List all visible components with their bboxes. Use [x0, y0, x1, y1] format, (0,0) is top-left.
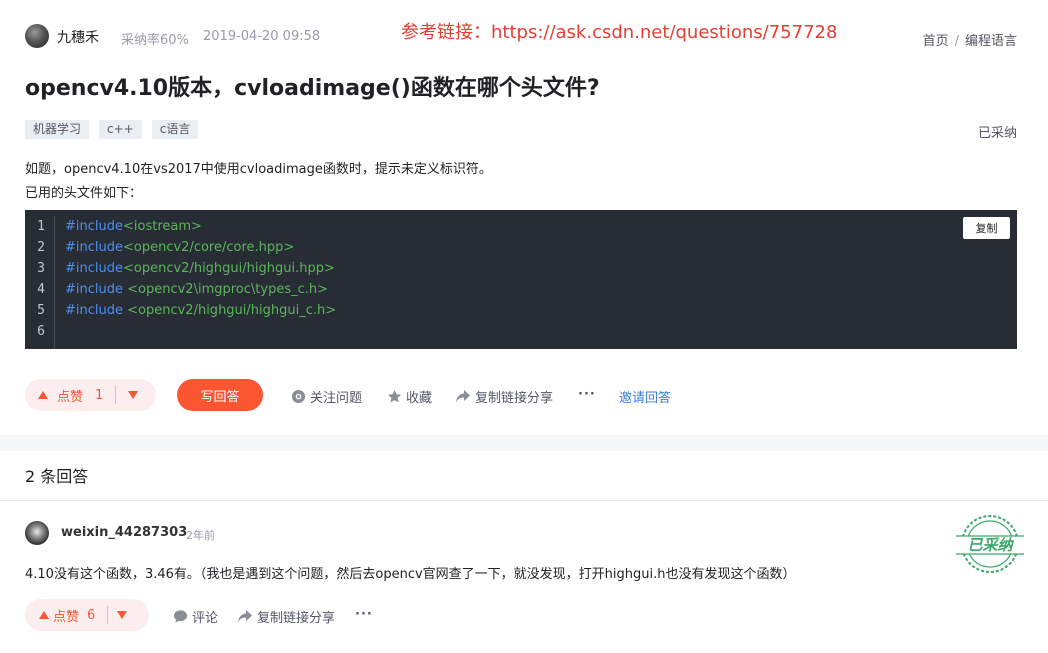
accepted-stamp-icon: 已采纳	[956, 515, 1024, 573]
line-number: 6	[37, 324, 45, 339]
answer-vote-pill: 点赞 6	[25, 599, 149, 631]
thumb-up-icon	[38, 391, 48, 399]
share-link-button[interactable]: 复制链接分享	[455, 387, 553, 406]
line-number: 5	[37, 303, 45, 318]
line-number-gutter: 1 2 3 4 5 6	[25, 216, 55, 349]
answer-author-name[interactable]: weixin_44287303	[61, 525, 187, 540]
code-line: #include<iostream>	[65, 216, 336, 237]
code-block: 1 2 3 4 5 6 #include<iostream> #include<…	[25, 210, 1017, 349]
code-include-path: <opencv2/highgui/highgui_c.h>	[123, 303, 337, 318]
like-button[interactable]: 点赞 1	[25, 379, 103, 411]
line-number: 2	[37, 240, 45, 255]
section-separator	[0, 435, 1048, 451]
code-keyword: #include	[65, 240, 123, 255]
collect-label: 收藏	[406, 391, 433, 406]
code-include-path: <iostream>	[123, 219, 202, 234]
share-arrow-icon	[456, 390, 470, 403]
breadcrumb-separator: /	[954, 34, 959, 49]
answers-count-heading: 2 条回答	[25, 467, 89, 486]
adopted-status: 已采纳	[977, 126, 1017, 141]
author-name[interactable]: 九穗禾	[57, 27, 99, 47]
thumb-down-icon	[128, 391, 139, 399]
code-keyword: #include	[65, 261, 123, 276]
answer-more-options-button[interactable]: ···	[355, 607, 373, 622]
code-keyword: #include	[65, 282, 123, 297]
line-number: 3	[37, 261, 45, 276]
breadcrumb-category[interactable]: 编程语言	[965, 34, 1017, 49]
answer-like-label: 点赞	[53, 609, 80, 625]
vote-pill: 点赞 1	[25, 379, 156, 411]
accept-rate: 采纳率60%	[121, 33, 189, 48]
line-number: 4	[37, 282, 45, 297]
code-line: #include <opencv2/highgui/highgui_c.h>	[65, 300, 336, 321]
answer-share-label: 复制链接分享	[257, 611, 336, 626]
breadcrumb-home[interactable]: 首页	[923, 34, 949, 49]
dislike-button[interactable]	[116, 379, 139, 411]
thumb-up-icon	[39, 611, 49, 619]
answer-share-link-button[interactable]: 复制链接分享	[237, 607, 335, 626]
tag-item[interactable]: c++	[99, 120, 142, 139]
tag-item[interactable]: c语言	[151, 120, 199, 139]
code-line: #include <opencv2\imgproc\types_c.h>	[65, 279, 336, 300]
write-answer-button[interactable]: 写回答	[177, 379, 263, 411]
comment-label: 评论	[192, 611, 219, 626]
author-avatar[interactable]	[25, 24, 49, 48]
star-icon	[387, 389, 402, 403]
question-body-line: 如题，opencv4.10在vs2017中使用cvloadimage函数时，提示…	[25, 162, 492, 177]
stamp-text: 已采纳	[967, 536, 1014, 554]
eye-icon	[291, 389, 306, 404]
question-header: 九穗禾 采纳率60% 2019-04-20 09:58 参考链接：https:/…	[0, 0, 1048, 70]
tag-list: 机器学习 c++ c语言	[25, 120, 199, 139]
question-title: opencv4.10版本，cvloadimage()函数在哪个头文件?	[25, 76, 600, 101]
answer-author-avatar[interactable]	[25, 521, 49, 545]
answer-like-count: 6	[87, 607, 96, 623]
like-label: 点赞	[57, 389, 84, 405]
answer-action-bar: 点赞 6 评论 复制链接分享 ···	[25, 599, 625, 631]
more-options-button[interactable]: ···	[578, 387, 596, 402]
code-include-path: <opencv2\imgproc\types_c.h>	[123, 282, 329, 297]
code-keyword: #include	[65, 303, 123, 318]
copy-code-button[interactable]: 复制	[963, 217, 1010, 239]
answer-like-button[interactable]: 点赞 6	[25, 599, 95, 631]
share-arrow-icon	[238, 610, 252, 623]
divider	[0, 500, 1048, 501]
tag-item[interactable]: 机器学习	[25, 120, 90, 139]
answer-body: 4.10没有这个函数，3.46有。（我也是遇到这个问题，然后去opencv官网查…	[25, 567, 796, 582]
code-include-path: <opencv2/core/core.hpp>	[123, 240, 295, 255]
code-keyword: #include	[65, 219, 123, 234]
invite-answer-link[interactable]: 邀请回答	[619, 387, 671, 406]
comment-button[interactable]: 评论	[173, 607, 218, 626]
like-count: 1	[95, 387, 104, 403]
breadcrumb: 首页 / 编程语言	[923, 30, 1017, 49]
more-dots-icon: ···	[578, 387, 596, 402]
comment-bubble-icon	[173, 610, 188, 623]
question-body: 如题，opencv4.10在vs2017中使用cvloadimage函数时，提示…	[25, 158, 492, 206]
code-include-path: <opencv2/highgui/highgui.hpp>	[123, 261, 335, 276]
line-number: 1	[37, 219, 45, 234]
collect-button[interactable]: 收藏	[387, 387, 432, 406]
code-content: #include<iostream> #include<opencv2/core…	[65, 216, 336, 342]
question-body-line: 已用的头文件如下：	[25, 186, 143, 201]
answer-dislike-button[interactable]	[108, 599, 128, 631]
follow-question-button[interactable]: 关注问题	[291, 387, 362, 406]
more-dots-icon: ···	[355, 607, 373, 622]
code-line: #include<opencv2/highgui/highgui.hpp>	[65, 258, 336, 279]
question-action-bar: 点赞 1 写回答 关注问题 收藏 复制链接分享 ··· 邀请回答	[25, 379, 1017, 411]
post-datetime: 2019-04-20 09:58	[203, 29, 321, 44]
answer-time: 2年前	[186, 529, 215, 542]
share-label: 复制链接分享	[475, 391, 554, 406]
follow-label: 关注问题	[310, 391, 363, 406]
reference-link-annotation: 参考链接：https://ask.csdn.net/questions/7577…	[401, 22, 838, 43]
code-line: #include<opencv2/core/core.hpp>	[65, 237, 336, 258]
thumb-down-icon	[117, 611, 128, 619]
